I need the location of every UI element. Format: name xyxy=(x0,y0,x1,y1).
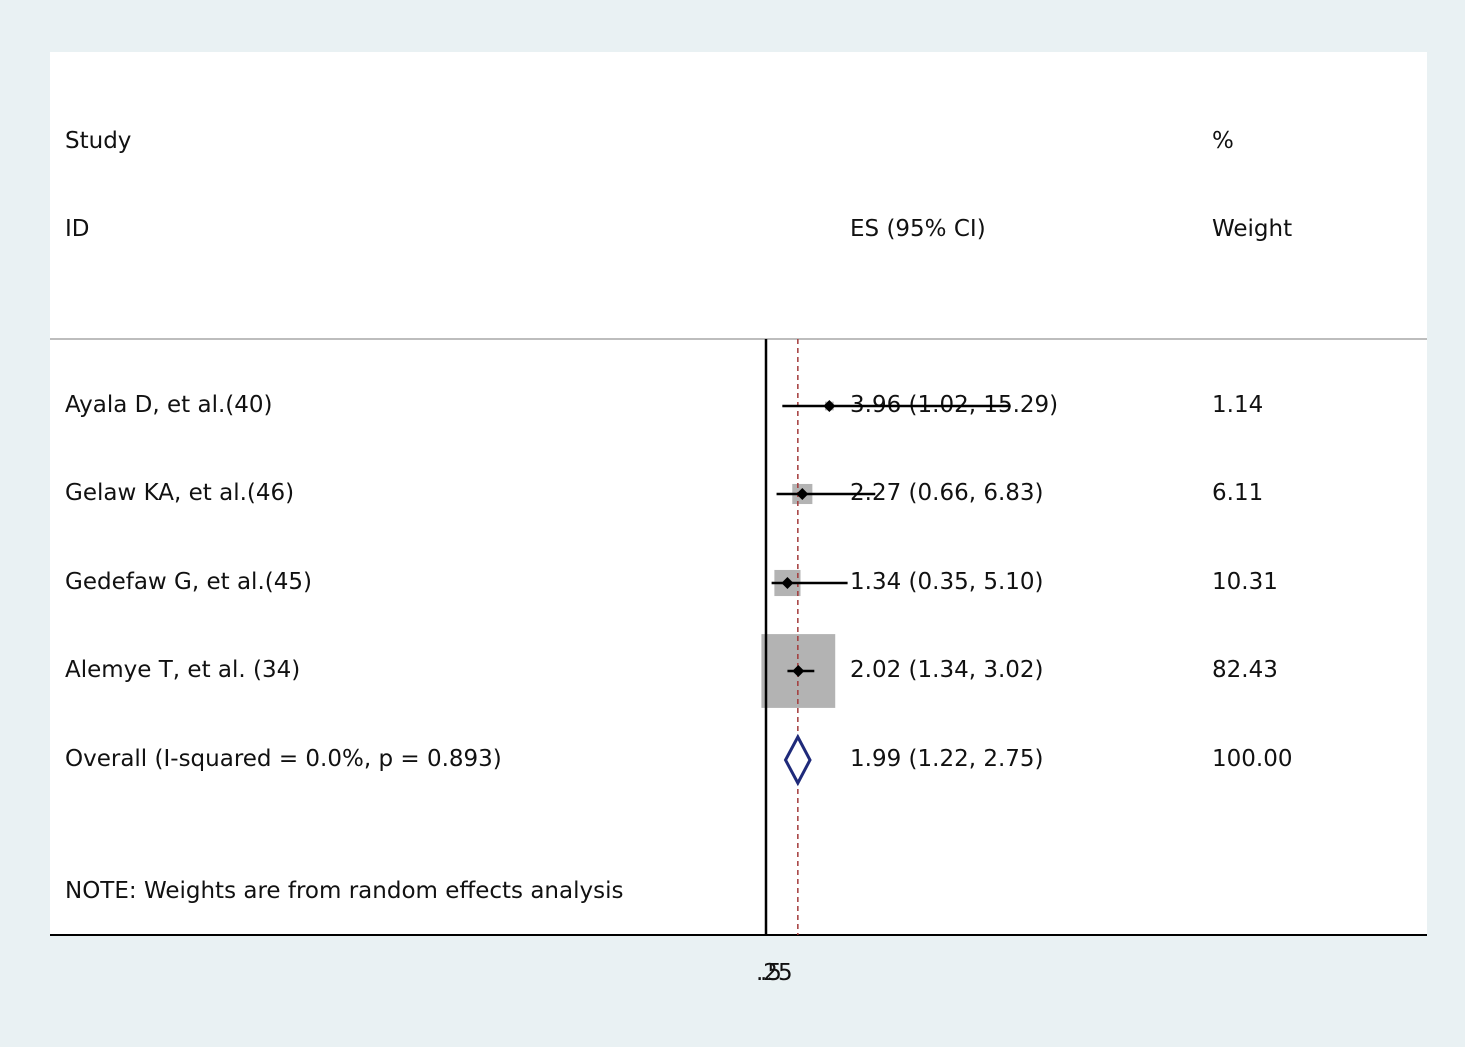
forest-plot-svg xyxy=(50,338,1427,936)
x-tick-label: .5 xyxy=(760,960,782,986)
forest-plot-panel: Study ID ES (95% CI) % Weight Ayala D, e… xyxy=(50,52,1427,936)
overall-diamond xyxy=(783,733,812,787)
